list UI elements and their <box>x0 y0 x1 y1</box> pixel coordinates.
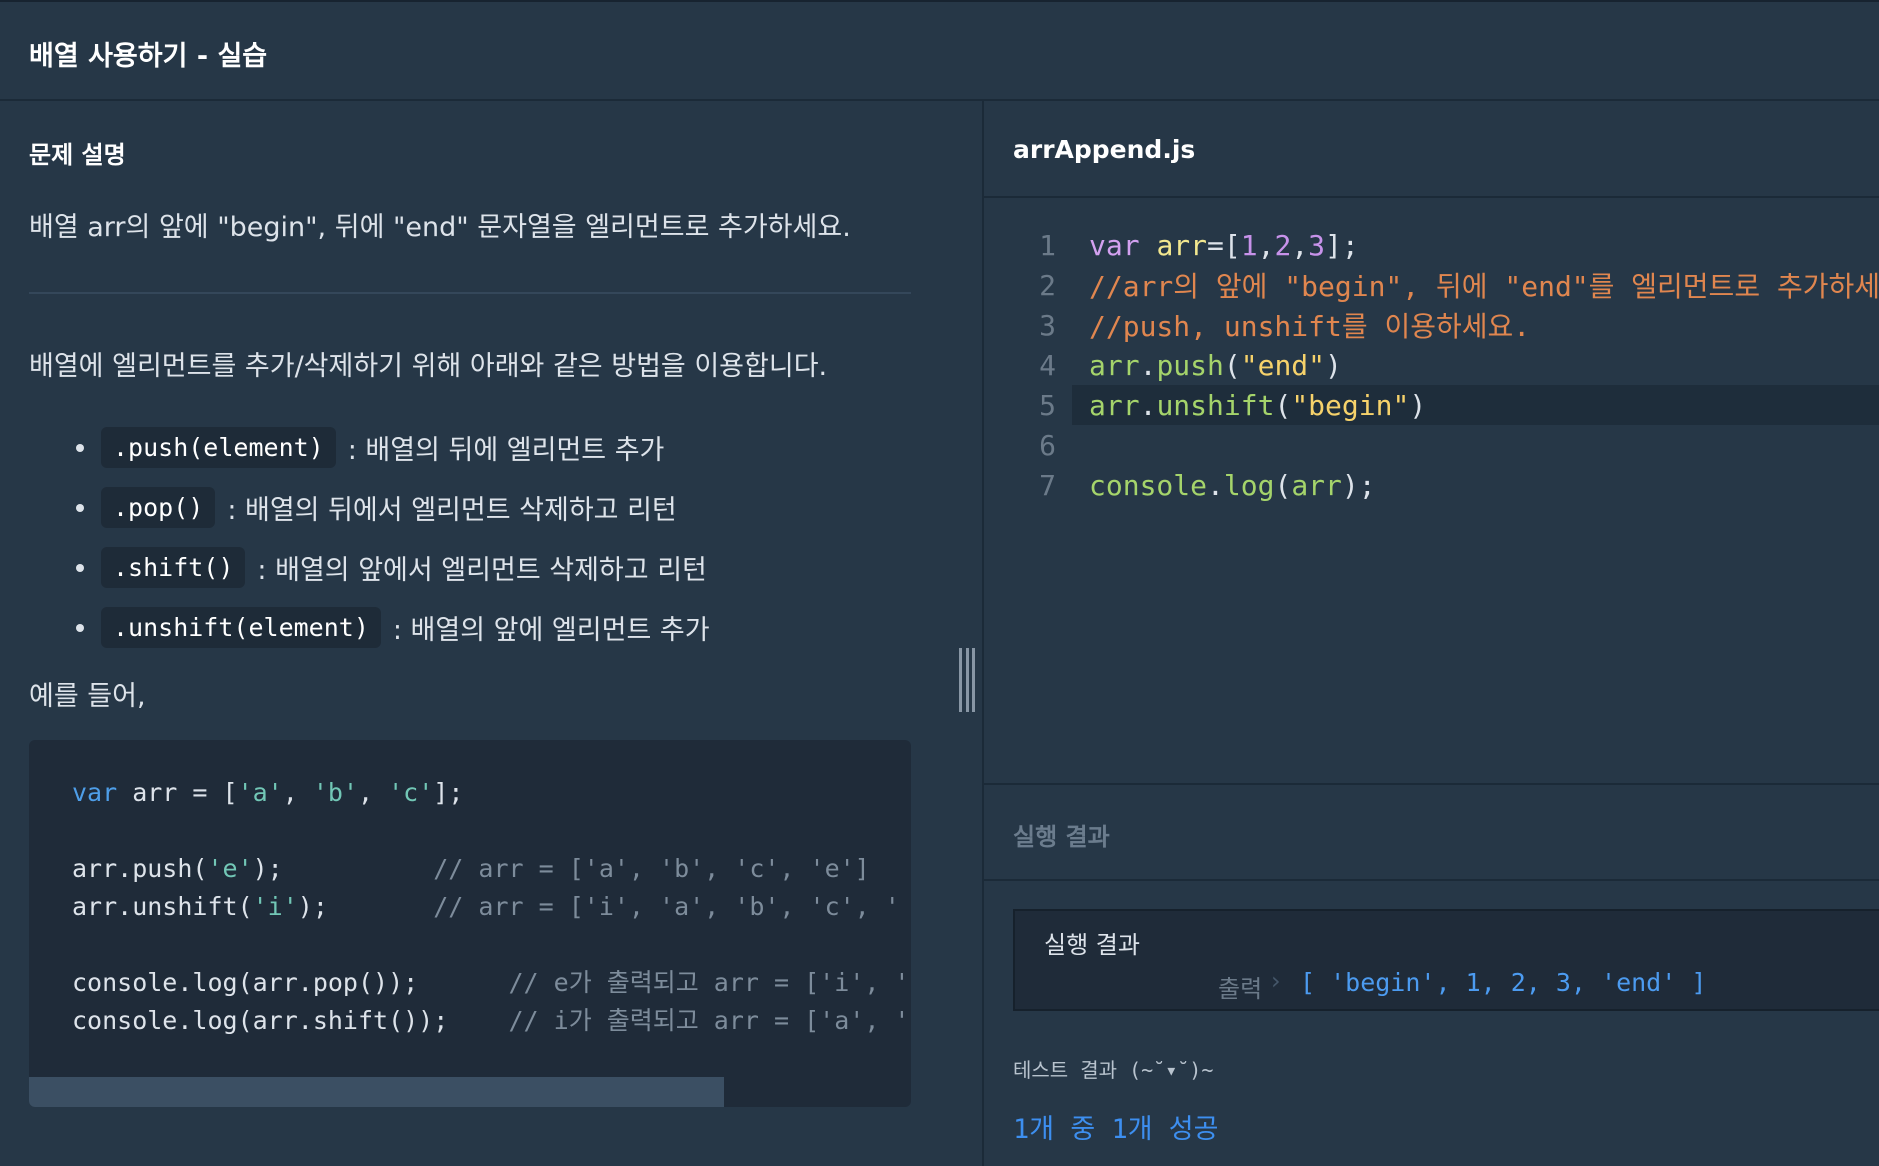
list-item: .pop() : 배열의 뒤에서 엘리먼트 삭제하고 리턴 <box>72 477 710 537</box>
inline-code: .unshift(element) <box>101 606 381 648</box>
method-description: : 배열의 앞에 엘리먼트 추가 <box>392 614 710 646</box>
inline-code: .shift() <box>101 546 246 588</box>
grip-line <box>965 648 969 712</box>
grip-line <box>959 648 962 712</box>
code-text: //arr의 앞에 "begin", 뒤에 "end"를 엘리먼트로 추가하세 <box>1089 270 1879 303</box>
example-code-block: var arr = ['a', 'b', 'c']; arr.push('e')… <box>29 740 911 1107</box>
result-box-title: 실행 결과 <box>1044 931 1140 959</box>
example-label: 예를 들어, <box>29 681 146 712</box>
page-title: 배열 사용하기 - 실습 <box>29 41 268 72</box>
method-description: : 배열의 뒤에서 엘리먼트 삭제하고 리턴 <box>227 494 677 526</box>
code-text: arr.unshift("begin") <box>1089 388 1427 422</box>
code-text: var arr=[1,2,3]; <box>1089 228 1359 262</box>
line-number: 1 <box>1039 228 1056 262</box>
result-box: 실행 결과 출력 › [ 'begin', 1, 2, 3, 'end' ] <box>1013 909 1879 1011</box>
problem-heading: 문제 설명 <box>29 141 126 169</box>
code-line[interactable]: 2 //arr의 앞에 "begin", 뒤에 "end"를 엘리먼트로 추가하세 <box>984 265 1879 305</box>
code-line[interactable]: 1 var arr=[1,2,3]; <box>984 225 1879 265</box>
method-list: .push(element) : 배열의 뒤에 엘리먼트 추가 .pop() :… <box>72 417 710 657</box>
code-text: arr.push("end") <box>1089 348 1342 382</box>
method-description: : 배열의 뒤에 엘리먼트 추가 <box>347 434 665 466</box>
horizontal-scrollbar[interactable] <box>29 1077 724 1107</box>
list-item: .unshift(element) : 배열의 앞에 엘리먼트 추가 <box>72 597 710 657</box>
inline-code: .pop() <box>101 486 216 528</box>
line-number: 7 <box>1039 468 1056 502</box>
line-number: 3 <box>1039 308 1056 342</box>
resize-handle[interactable] <box>959 648 975 712</box>
method-description: : 배열의 앞에서 엘리먼트 삭제하고 리턴 <box>257 554 707 586</box>
test-result-title: 테스트 결과 (~˘▾˘)~ <box>1013 1058 1214 1082</box>
top-bar: 배열 사용하기 - 실습 <box>0 0 1879 101</box>
line-number: 4 <box>1039 348 1056 382</box>
code-line[interactable]: 4 arr.push("end") <box>984 345 1879 385</box>
code-line[interactable]: 3 //push, unshift를 이용하세요. <box>984 305 1879 345</box>
inline-code: .push(element) <box>101 426 336 468</box>
code-editor[interactable]: 1 var arr=[1,2,3]; 2 //arr의 앞에 "begin", 뒤에 … <box>984 198 1879 783</box>
code-line[interactable]: 6 <box>984 425 1879 465</box>
code-text: //push, unshift를 이용하세요. <box>1089 310 1531 343</box>
problem-panel[interactable]: 문제 설명 배열 arr의 앞에 "begin", 뒤에 "end" 문자열을 … <box>0 101 982 1166</box>
file-tab: arrAppend.js <box>984 101 1879 198</box>
code-line[interactable]: 5 arr.unshift("begin") <box>1039 385 1879 425</box>
output-value: [ 'begin', 1, 2, 3, 'end' ] <box>1300 968 1707 997</box>
editor-panel: arrAppend.js 1 var arr=[1,2,3]; 2 //arr의 앞에… <box>982 101 1879 1166</box>
result-header: 실행 결과 <box>984 783 1879 881</box>
line-number: 6 <box>1039 428 1056 462</box>
code-line[interactable]: 7 console.log(arr); <box>984 465 1879 505</box>
problem-description: 배열 arr의 앞에 "begin", 뒤에 "end" 문자열을 엘리먼트로 … <box>29 212 851 243</box>
grip-line <box>972 648 975 712</box>
line-number: 5 <box>1039 388 1056 422</box>
problem-intro: 배열에 엘리먼트를 추가/삭제하기 위해 아래와 같은 방법을 이용합니다. <box>29 351 828 382</box>
test-result-summary: 1개 중 1개 성공 <box>1013 1114 1219 1145</box>
divider <box>29 292 911 294</box>
file-name: arrAppend.js <box>1013 135 1196 164</box>
chevron-right-icon: › <box>1271 967 1281 995</box>
output-label: 출력 <box>1218 975 1263 1003</box>
list-item: .shift() : 배열의 앞에서 엘리먼트 삭제하고 리턴 <box>72 537 710 597</box>
example-code: var arr = ['a', 'b', 'c']; arr.push('e')… <box>72 778 910 1035</box>
list-item: .push(element) : 배열의 뒤에 엘리먼트 추가 <box>72 417 710 477</box>
line-number: 2 <box>1039 268 1056 302</box>
result-section-label: 실행 결과 <box>1013 823 1110 851</box>
code-text: console.log(arr); <box>1089 468 1376 502</box>
